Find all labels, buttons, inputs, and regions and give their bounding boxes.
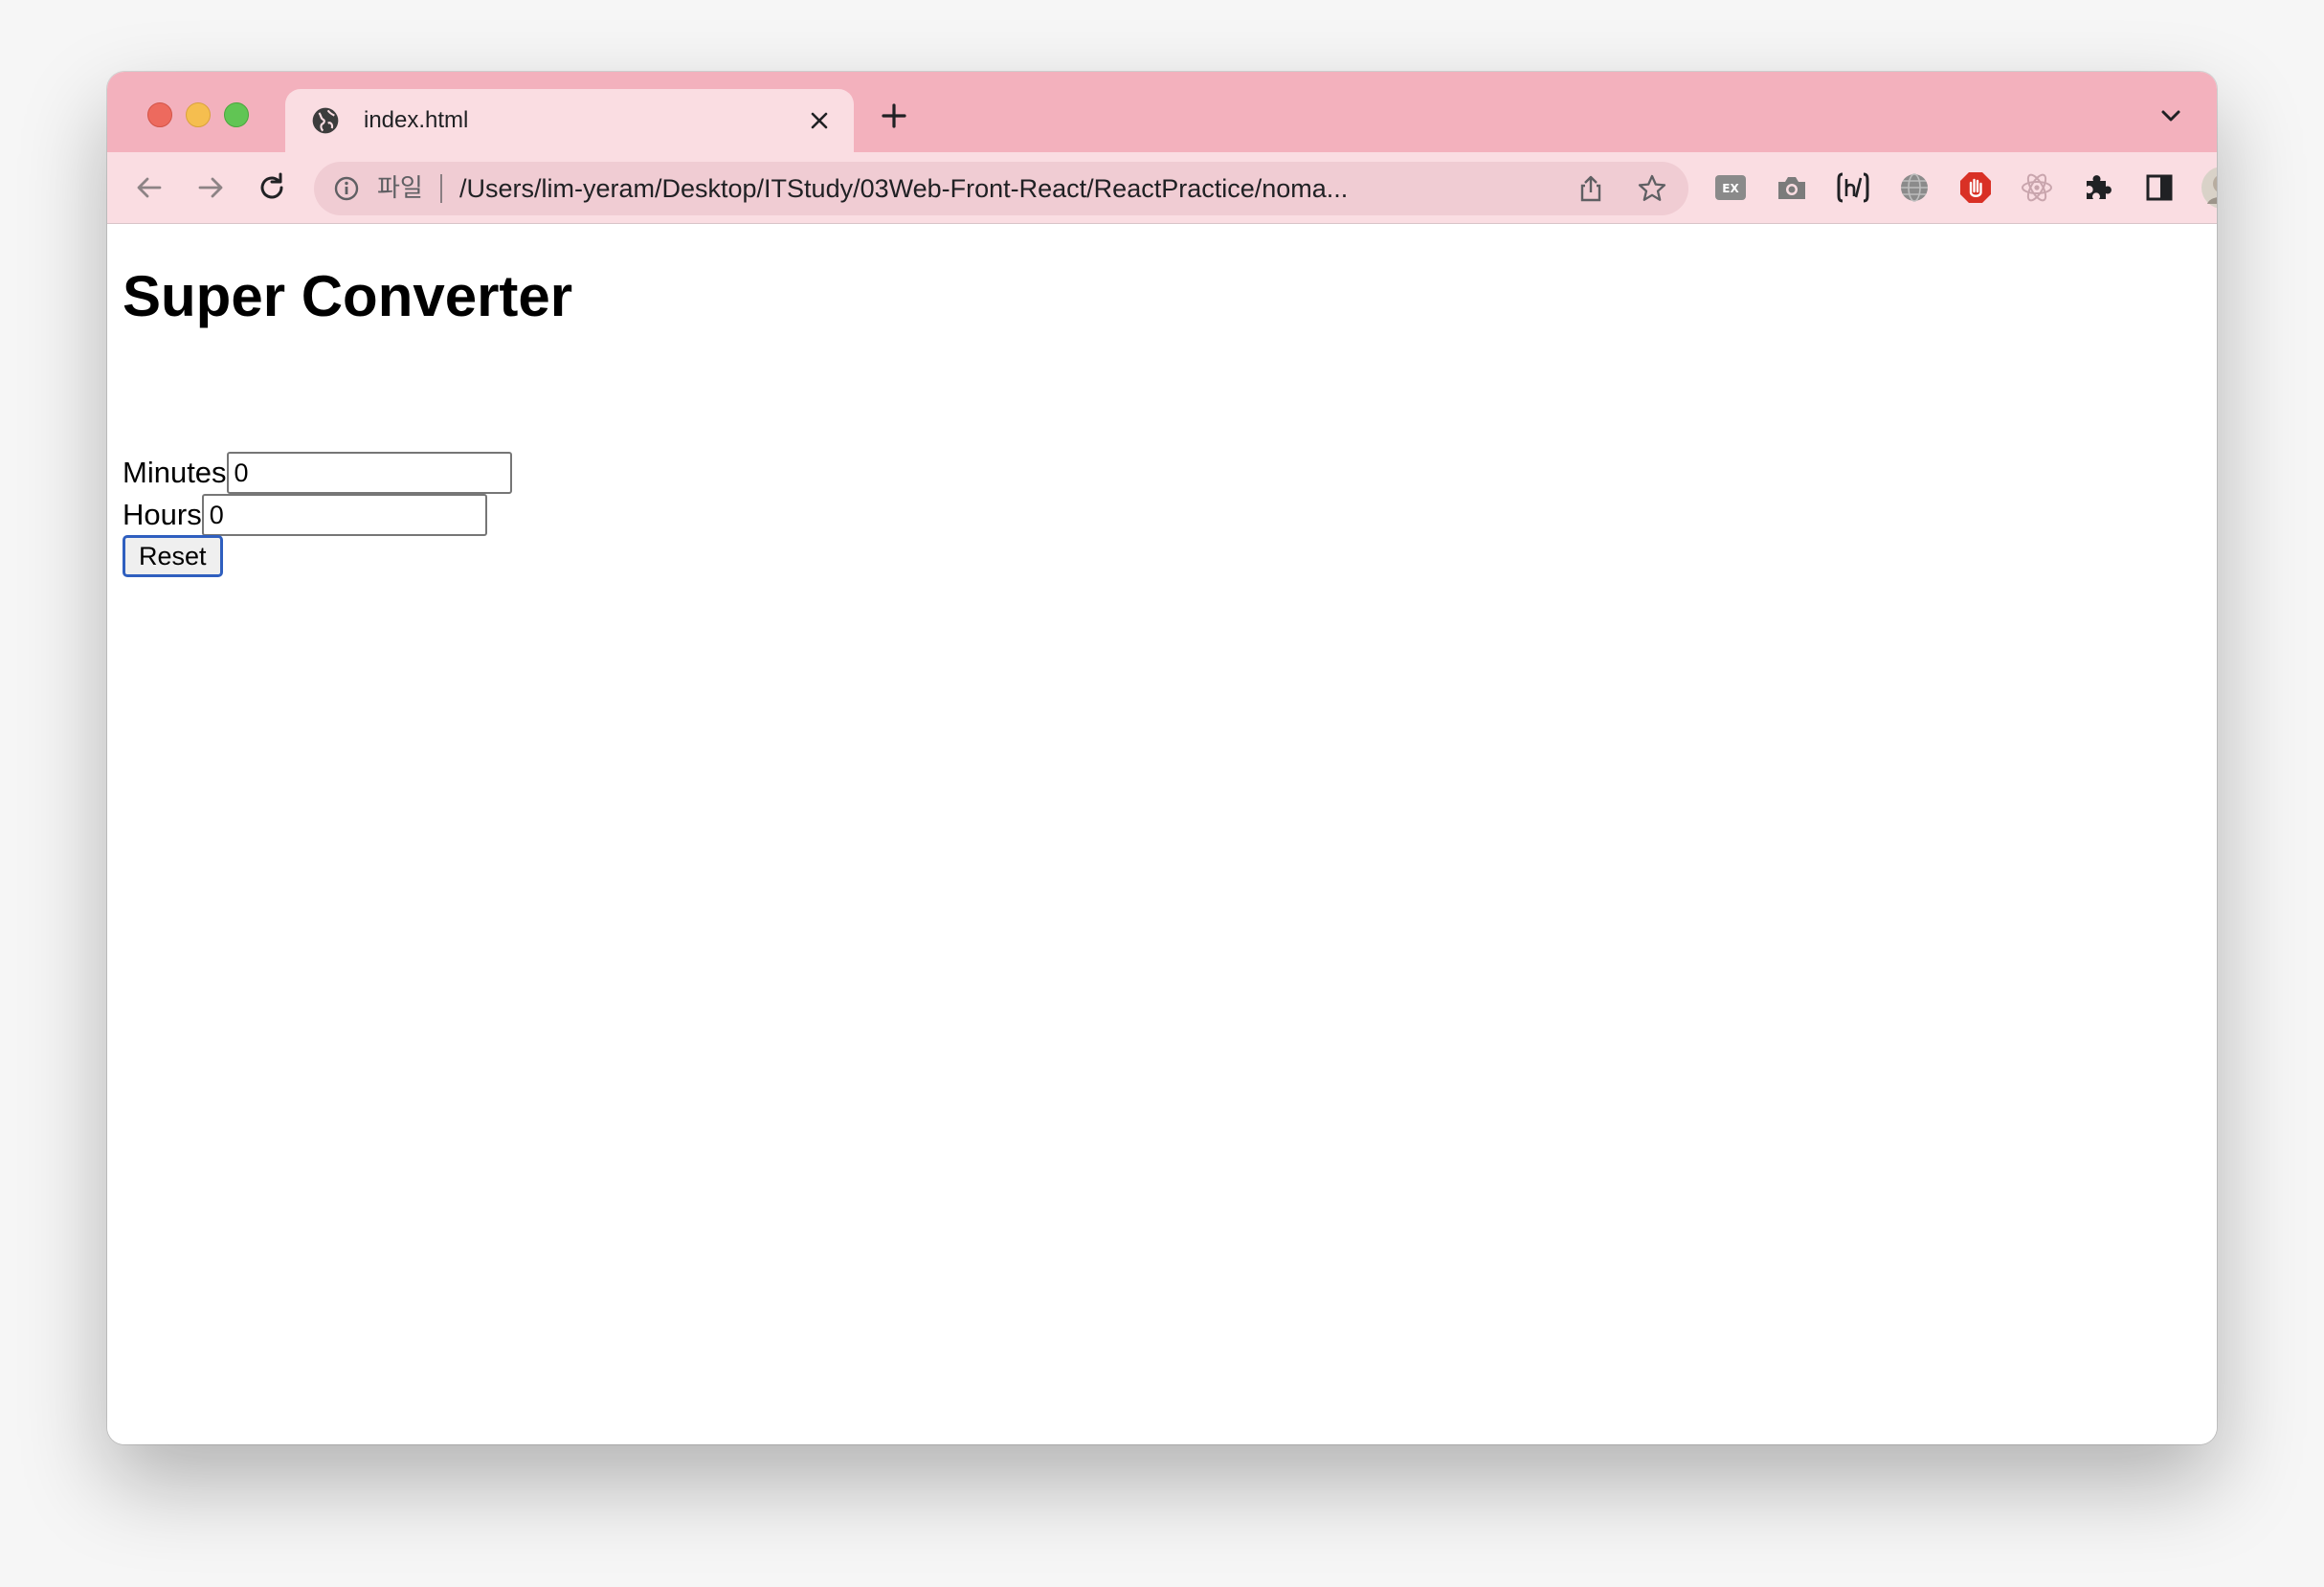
tab-index-html[interactable]: index.html [285,89,854,152]
url-text[interactable]: /Users/lim-yeram/Desktop/ITStudy/03Web-F… [459,173,1348,204]
react-icon[interactable] [2018,168,2056,207]
scheme-label: 파일 [377,174,423,203]
address-bar[interactable]: 파일 /Users/lim-yeram/Desktop/ITStudy/03We… [314,162,1688,215]
tab-title: index.html [364,107,469,133]
hours-label: Hours [123,498,202,531]
camera-icon[interactable] [1773,168,1811,207]
avatar[interactable] [2200,165,2217,211]
globe-icon [312,107,339,134]
hashnode-icon[interactable] [1834,168,1872,207]
bookmark-star-icon[interactable] [1637,173,1667,204]
page-title: Super Converter [123,264,573,328]
share-icon[interactable] [1575,173,1606,204]
browser-window: index.html 파일 /Users/lim-yeram/Desktop/I… [107,72,2217,1444]
hours-input[interactable] [201,494,487,536]
svg-text:EX: EX [1722,182,1739,195]
tab-strip: index.html [107,72,2217,152]
browser-toolbar: 파일 /Users/lim-yeram/Desktop/ITStudy/03We… [107,152,2217,224]
hours-row: Hours [123,494,487,536]
sidepanel-icon[interactable] [2140,168,2179,207]
close-window-button[interactable] [147,102,172,127]
minimize-window-button[interactable] [186,102,211,127]
block-icon[interactable] [1956,168,1995,207]
address-separator [440,174,442,203]
minutes-label: Minutes [123,456,227,489]
back-icon[interactable] [130,168,168,207]
tab-search-chevron-down-icon[interactable] [2154,99,2188,133]
puzzle-icon[interactable] [2079,168,2117,207]
maximize-window-button[interactable] [224,102,249,127]
ex-icon[interactable]: EX [1711,168,1750,207]
minutes-row: Minutes [123,452,512,494]
close-tab-icon[interactable] [804,105,835,136]
reset-button[interactable]: Reset [123,535,223,577]
minutes-input[interactable] [226,452,512,494]
globe-icon[interactable] [1895,168,1933,207]
forward-icon[interactable] [191,168,230,207]
reload-icon[interactable] [253,168,291,207]
page-content: Super Converter Minutes Hours Reset [107,224,2217,1444]
new-tab-button[interactable] [873,95,915,137]
info-icon[interactable] [333,175,360,202]
